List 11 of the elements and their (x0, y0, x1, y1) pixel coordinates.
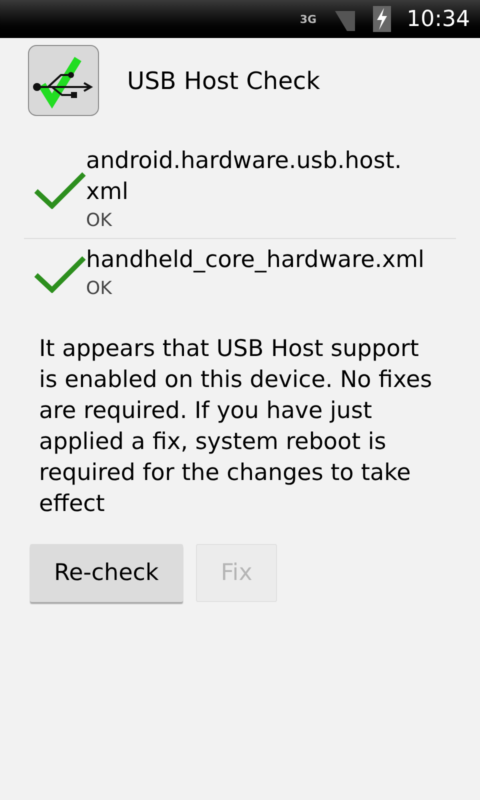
clock: 10:34 (406, 6, 470, 34)
battery-charging-icon (372, 6, 391, 32)
usb-check-icon (28, 45, 99, 116)
status-message: It appears that USB Host support is enabled on this device. No fixes are required. If you have just applied a fix, system reboot is required for the changes to take effect (39, 335, 434, 519)
check-result: OK (86, 277, 114, 301)
check-result: OK (86, 209, 114, 233)
app-title: USB Host Check (127, 66, 320, 96)
action-button[interactable]: Re-check (30, 544, 183, 602)
file-name: android.hardware.usb.host. xml (86, 147, 402, 207)
file-name: handheld_core_hardware.xml (86, 246, 424, 275)
network-type: 3G (300, 14, 317, 24)
